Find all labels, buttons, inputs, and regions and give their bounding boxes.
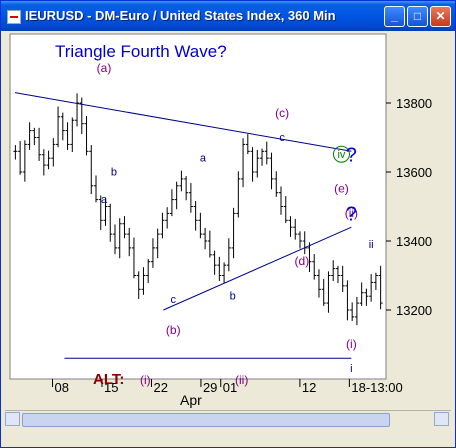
time-tick-label: 12 [302, 380, 316, 395]
wave-label: (a) [97, 61, 112, 75]
title-bar[interactable]: IEURUSD - DM-Euro / United States Index,… [1, 1, 455, 31]
wave-label: i [350, 363, 352, 375]
wave-label: iv [337, 149, 345, 161]
wave-label: a [200, 153, 207, 165]
minimize-button[interactable]: _ [384, 6, 405, 27]
window-title: IEURUSD - DM-Euro / United States Index,… [25, 8, 336, 23]
horizontal-scrollbar[interactable] [5, 410, 451, 428]
scroll-thumb[interactable] [22, 413, 390, 427]
price-chart[interactable]: 13200134001360013800 08 15 22 29 01 12 18-13:0… [5, 31, 451, 410]
x-period-label: Apr [180, 392, 202, 408]
wave-label: b [111, 166, 117, 178]
wave-label: ? [346, 145, 357, 167]
time-tick-label: 22 [153, 380, 167, 395]
alt-wave-ii-label: (ii) [235, 373, 248, 387]
close-button[interactable]: ✕ [430, 6, 451, 27]
wave-label: (b) [166, 323, 181, 337]
wave-label: (d) [295, 254, 310, 268]
price-tick-label: 13800 [396, 96, 432, 111]
time-tick-label: 18-13:00 [351, 380, 402, 395]
alt-label: ALT: [93, 371, 124, 388]
price-tick-label: 13400 [396, 234, 432, 249]
price-tick-label: 13200 [396, 303, 432, 318]
wave-label: ? [346, 203, 357, 225]
wave-label: (e) [334, 182, 349, 196]
alt-wave-i-label: (i) [140, 373, 151, 387]
scroll-left-button[interactable] [5, 412, 20, 426]
wave-label: c [279, 132, 285, 144]
wave-label: b [230, 291, 236, 303]
chart-window: IEURUSD - DM-Euro / United States Index,… [0, 0, 456, 448]
chart-title: Triangle Fourth Wave? [55, 42, 227, 61]
wave-label: (i) [346, 337, 357, 351]
plot-area [9, 33, 387, 380]
maximize-button[interactable]: □ [407, 6, 428, 27]
wave-label: a [101, 194, 108, 206]
chart-app-icon [7, 10, 21, 24]
price-tick-label: 13600 [396, 165, 432, 180]
wave-label: (c) [275, 106, 289, 120]
time-tick-label: 29 [203, 380, 217, 395]
wave-label: c [171, 294, 177, 306]
wave-label: ii [369, 239, 374, 251]
scroll-right-button[interactable] [434, 412, 449, 426]
time-tick-label: 08 [55, 380, 69, 395]
